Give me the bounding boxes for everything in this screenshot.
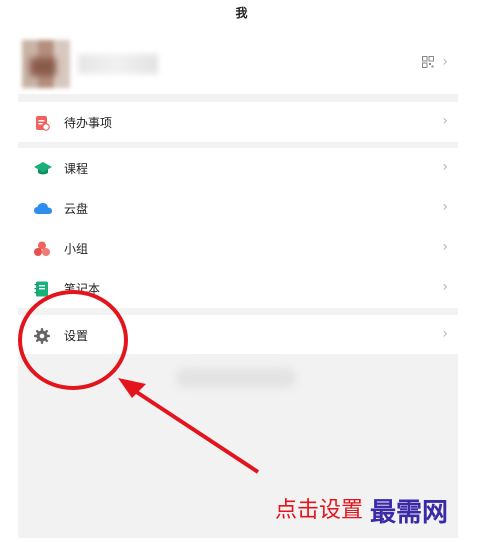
menu-item-label: 云盘 <box>64 202 89 216</box>
chevron-right-icon: › <box>442 199 448 215</box>
graduation-cap-icon <box>33 160 52 178</box>
chevron-right-icon: › <box>442 113 448 129</box>
menu-item-notebook[interactable]: 笔记本 › <box>18 268 458 308</box>
menu-item-cloud-drive[interactable]: 云盘 › <box>18 188 458 228</box>
menu-item-group[interactable]: 小组 › <box>18 228 458 268</box>
section-divider <box>18 94 458 102</box>
blurred-content <box>176 368 296 388</box>
avatar[interactable] <box>22 40 70 88</box>
chevron-right-icon: › <box>442 326 448 342</box>
menu-item-label: 笔记本 <box>64 282 101 296</box>
group-icon <box>33 240 51 258</box>
menu-item-courses[interactable]: 课程 › <box>18 148 458 188</box>
page-title: 我 <box>235 6 248 20</box>
chevron-right-icon: › <box>442 159 448 175</box>
menu-item-label: 小组 <box>64 242 89 256</box>
profile-card[interactable]: › <box>18 32 458 94</box>
menu-item-label: 待办事项 <box>64 116 113 130</box>
qr-code-icon[interactable] <box>422 56 434 68</box>
chevron-right-icon: › <box>442 54 448 70</box>
notebook-icon <box>33 280 51 298</box>
chevron-right-icon: › <box>442 279 448 295</box>
menu-item-label: 设置 <box>64 329 89 343</box>
gear-icon <box>33 327 51 345</box>
menu-item-settings[interactable]: 设置 › <box>18 315 458 355</box>
menu-item-label: 课程 <box>64 162 89 176</box>
annotation-note: 点击设置 <box>275 498 364 523</box>
watermark-logo: 最需网 <box>370 498 449 528</box>
menu-item-todo[interactable]: 待办事项 › <box>18 102 458 142</box>
user-name-blurred <box>78 54 158 74</box>
todo-icon <box>33 114 51 132</box>
chevron-right-icon: › <box>442 239 448 255</box>
cloud-icon <box>33 200 52 218</box>
